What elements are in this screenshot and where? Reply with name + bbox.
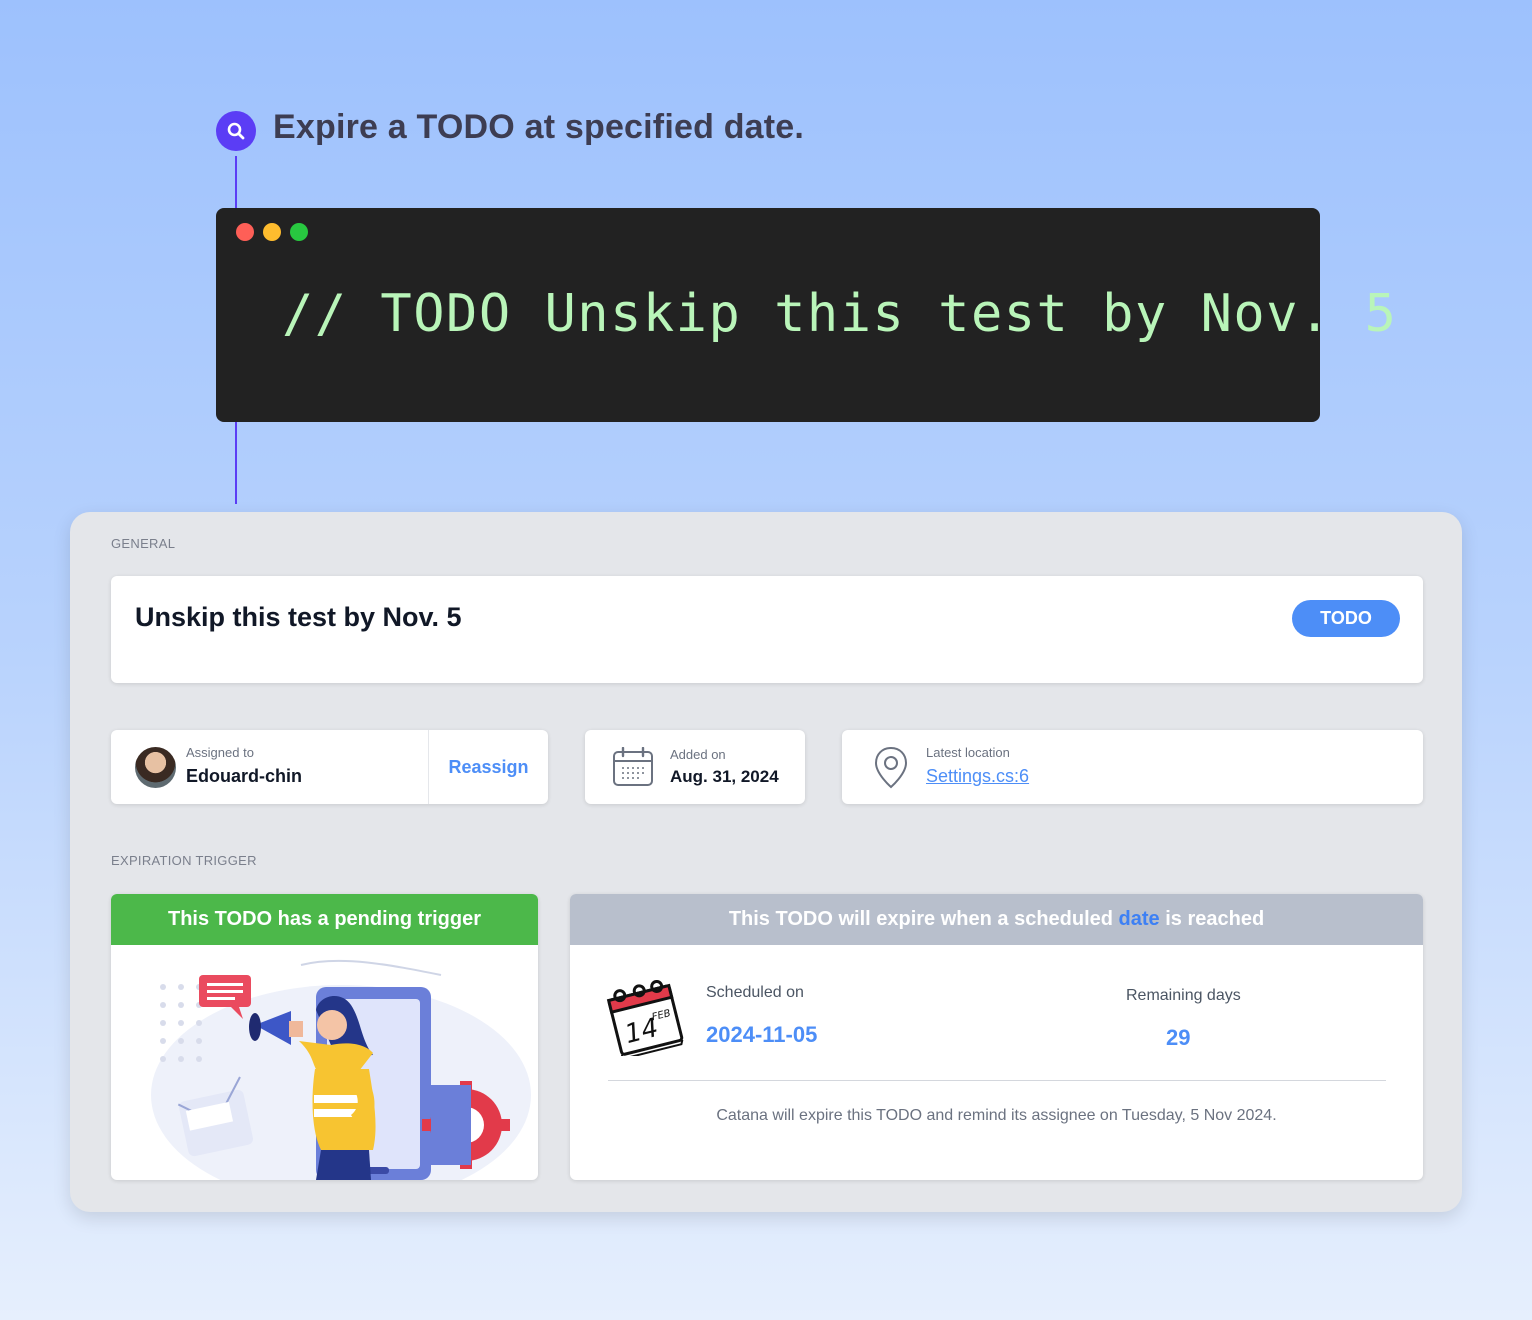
location-label: Latest location [926,745,1010,760]
remaining-days-label: Remaining days [1126,987,1241,1004]
location-pin-icon [874,746,908,789]
scheduled-label: Scheduled on [706,984,804,1001]
announcement-illustration [151,959,531,1180]
close-window-dot[interactable] [236,223,254,241]
added-on-card: Added on Aug. 31, 2024 [585,730,805,804]
headline: Expire a TODO at specified date. [273,108,805,146]
avatar [135,747,176,788]
scheduled-date: 2024-11-05 [706,1022,818,1047]
calendar-icon [613,747,653,786]
todo-title-card: Unskip this test by Nov. 5 TODO [111,576,1423,683]
location-card: Latest location Settings.cs:6 [842,730,1423,804]
divider [608,1080,1386,1081]
expiration-header: This TODO will expire when a scheduled d… [570,894,1423,945]
location-link[interactable]: Settings.cs:6 [926,766,1029,787]
assignee-name: Edouard-chin [186,766,302,786]
pending-trigger-card: This TODO has a pending trigger [111,894,538,1180]
code-comment: // TODO Unskip this test by Nov. 5 [282,284,1398,344]
reassign-button[interactable]: Reassign [429,730,548,804]
todo-title: Unskip this test by Nov. 5 [135,602,462,632]
assignee-label: Assigned to [186,745,254,760]
expiration-footnote: Catana will expire this TODO and remind … [716,1107,1277,1124]
pending-trigger-header: This TODO has a pending trigger [111,894,538,945]
status-badge: TODO [1292,600,1400,637]
added-on-date: Aug. 31, 2024 [670,767,779,786]
code-window: // TODO Unskip this test by Nov. 5 [216,208,1396,422]
connector-line [235,422,237,504]
connector-line [235,156,237,208]
todo-details-panel: GENERAL Unskip this test by Nov. 5 TODO … [70,512,1462,1212]
tear-off-calendar-icon: 14 FEB [606,980,684,1056]
expiration-header-highlight: date [1118,908,1160,930]
expiration-card: This TODO will expire when a scheduled d… [570,894,1423,1180]
section-label-general: GENERAL [111,536,176,551]
minimize-window-dot[interactable] [263,223,281,241]
section-label-expiration: EXPIRATION TRIGGER [111,853,257,868]
remaining-days-value: 29 [1166,1025,1191,1050]
maximize-window-dot[interactable] [290,223,308,241]
added-on-label: Added on [670,747,726,762]
search-icon [216,111,256,151]
assignee-card: Assigned to Edouard-chin Reassign [111,730,548,804]
